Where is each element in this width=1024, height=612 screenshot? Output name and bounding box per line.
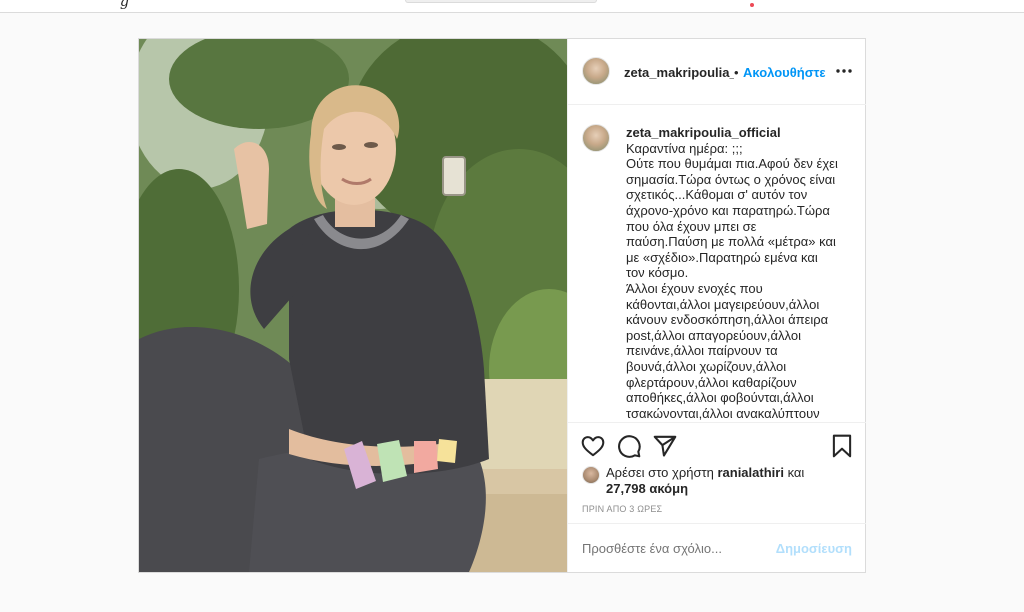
post-comment-button[interactable]: Δημοσίευση — [776, 541, 852, 556]
post-header: zeta_makripoulia_c • Ακολουθήστε — [568, 39, 866, 105]
post-card: zeta_makripoulia_c • Ακολουθήστε zeta_ma… — [138, 38, 866, 573]
post-timestamp[interactable]: ΠΡΙΝ ΑΠΟ 3 ΩΡΕΣ — [582, 504, 662, 514]
instagram-logo[interactable]: g — [120, 0, 129, 10]
comment-input[interactable] — [582, 541, 772, 556]
bookmark-icon[interactable] — [829, 433, 855, 459]
author-username[interactable]: zeta_makripoulia_c — [624, 65, 734, 80]
likes-conjunction: και — [787, 465, 805, 480]
follow-button[interactable]: Ακολουθήστε — [743, 65, 826, 80]
comment-bubble-icon[interactable] — [616, 433, 642, 459]
more-options-icon[interactable] — [834, 61, 854, 81]
likes-count[interactable]: 27,798 ακόμη — [606, 481, 688, 497]
add-comment-bar: Δημοσίευση — [568, 523, 866, 572]
top-navigation-bar: g — [0, 0, 1024, 13]
liker-username[interactable]: ranialathiri — [717, 465, 783, 480]
separator-dot: • — [734, 65, 739, 80]
post-sidebar: zeta_makripoulia_c • Ακολουθήστε zeta_ma… — [567, 39, 866, 572]
search-input[interactable] — [405, 0, 597, 3]
liker-avatar[interactable] — [582, 466, 600, 484]
notification-dot-icon — [750, 3, 754, 7]
comments-section: zeta_makripoulia_official Καραντίνα ημέρ… — [568, 105, 866, 423]
author-avatar[interactable] — [582, 57, 610, 85]
post-caption: zeta_makripoulia_official Καραντίνα ημέρ… — [626, 125, 838, 421]
heart-icon[interactable] — [580, 433, 606, 459]
paper-plane-icon[interactable] — [652, 433, 678, 459]
caption-text: Καραντίνα ημέρα: ;;; Ούτε που θυμάμαι πι… — [626, 140, 838, 421]
photo-illustration — [139, 39, 567, 572]
post-photo[interactable] — [139, 39, 567, 572]
likes-prefix: Αρέσει στο χρήστη — [606, 465, 714, 480]
caption-author-avatar[interactable] — [582, 124, 610, 152]
post-actions — [568, 429, 866, 463]
caption-username[interactable]: zeta_makripoulia_official — [626, 125, 781, 140]
